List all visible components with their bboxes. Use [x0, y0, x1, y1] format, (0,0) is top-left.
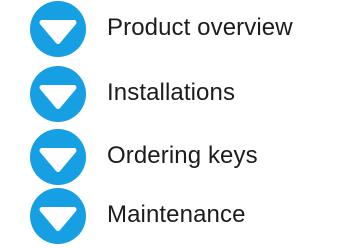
chevron-down-icon[interactable] — [30, 1, 86, 57]
menu-item-label[interactable]: Installations — [107, 78, 235, 108]
menu-item-product-overview[interactable]: Product overview — [0, 1, 360, 61]
menu-item-label[interactable]: Product overview — [107, 13, 293, 43]
section-menu: Product overview Installations Ordering … — [0, 0, 360, 244]
menu-item-installations[interactable]: Installations — [0, 66, 360, 126]
chevron-down-icon[interactable] — [30, 129, 86, 185]
chevron-down-icon[interactable] — [30, 66, 86, 122]
chevron-down-icon[interactable] — [30, 188, 86, 244]
menu-item-maintenance[interactable]: Maintenance — [0, 188, 360, 248]
menu-item-ordering-keys[interactable]: Ordering keys — [0, 129, 360, 189]
menu-item-label[interactable]: Ordering keys — [107, 141, 258, 171]
menu-item-label[interactable]: Maintenance — [107, 200, 246, 230]
